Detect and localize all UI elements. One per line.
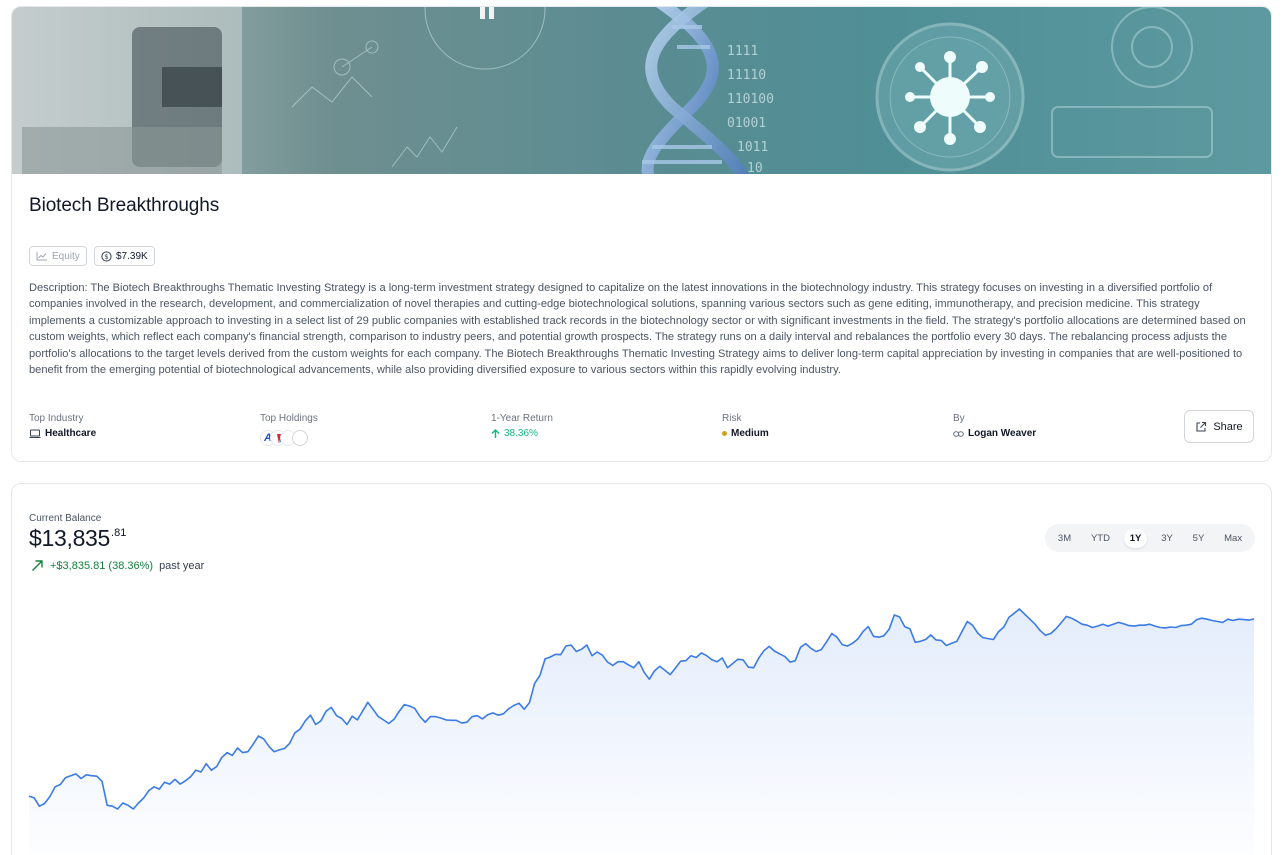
top-industry-stat: Top Industry Healthcare <box>29 413 96 439</box>
author-name[interactable]: Logan Weaver <box>968 428 1036 439</box>
laptop-icon <box>29 429 41 438</box>
svg-text:11110: 11110 <box>727 68 766 83</box>
performance-card: Current Balance $13,835 .81 +$3,835.81 (… <box>11 483 1272 855</box>
one-year-return-label: 1-Year Return <box>491 413 553 424</box>
one-year-return-stat: 1-Year Return 38.36% <box>491 413 553 439</box>
svg-text:01001: 01001 <box>727 116 766 131</box>
svg-text:$: $ <box>104 253 108 261</box>
value-badge-label: $7.39K <box>116 250 148 262</box>
link-icon <box>953 430 964 437</box>
balance-chart-area <box>29 609 1254 855</box>
equity-badge: Equity <box>29 246 87 266</box>
svg-text:10: 10 <box>747 161 763 174</box>
one-year-return-value: 38.36% <box>504 428 538 439</box>
dollar-coin-icon: $ <box>101 250 112 262</box>
author-stat: By Logan Weaver <box>953 413 1036 439</box>
strategy-banner-image: 1111 11110 110100 01001 1011 10 <box>12 7 1271 174</box>
svg-text:1011: 1011 <box>737 140 768 155</box>
equity-badge-label: Equity <box>52 250 80 262</box>
risk-value: Medium <box>731 428 769 439</box>
risk-stat: Risk Medium <box>722 413 769 439</box>
trend-chart-icon <box>36 252 47 261</box>
risk-dot-icon <box>722 431 727 436</box>
arrow-up-icon <box>491 428 500 438</box>
svg-text:1111: 1111 <box>727 44 758 59</box>
top-industry-value: Healthcare <box>45 428 97 439</box>
strategy-card: 1111 11110 110100 01001 1011 10 Biotech … <box>11 6 1272 462</box>
external-link-icon <box>1196 421 1207 432</box>
strategy-description: Description: The Biotech Breakthroughs T… <box>29 282 1246 377</box>
share-button-label: Share <box>1213 420 1243 433</box>
top-holdings-label: Top Holdings <box>260 413 318 424</box>
share-button[interactable]: Share <box>1184 410 1254 443</box>
risk-label: Risk <box>722 413 742 424</box>
svg-text:110100: 110100 <box>727 92 774 107</box>
author-label: By <box>953 413 965 424</box>
balance-chart[interactable] <box>12 484 1272 855</box>
top-industry-label: Top Industry <box>29 413 84 424</box>
value-badge: $ $7.39K <box>94 246 155 266</box>
top-holdings-stat: Top Holdings A <box>260 413 320 446</box>
strategy-title: Biotech Breakthroughs <box>29 195 220 216</box>
holding-logo-4[interactable] <box>292 430 308 446</box>
